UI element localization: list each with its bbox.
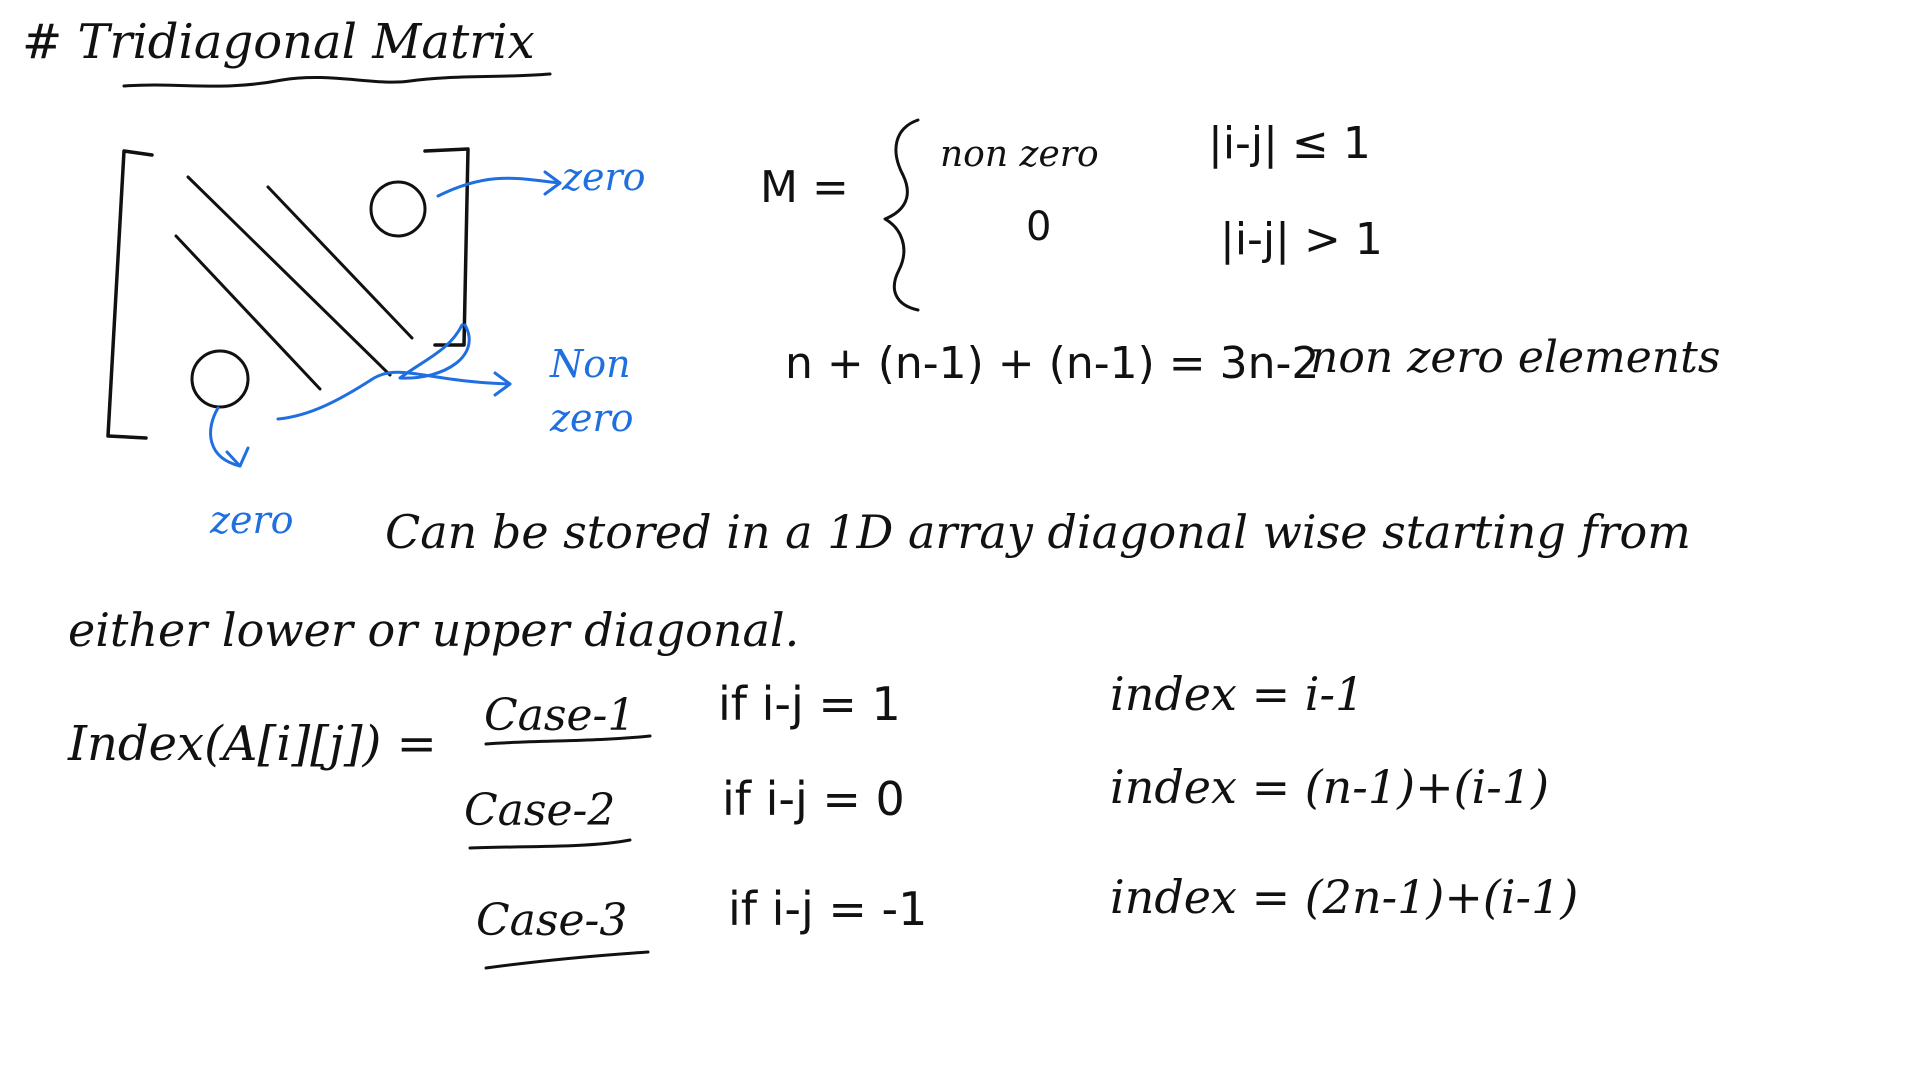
storage-note-line-2: either lower or upper diagonal. [68, 603, 799, 657]
nonzero-arrow-upper [398, 323, 471, 380]
case-2-condition: if i-j = 0 [722, 772, 905, 826]
definition-case-1-condition: |i-j| ≤ 1 [1208, 118, 1371, 169]
index-case-2: Case-2 if i-j = 0 index = (n-1)+(i-1) [464, 760, 1549, 850]
definition-brace [883, 118, 920, 312]
title-section: # Tridiagonal Matrix [22, 14, 552, 88]
case-3-underline [484, 950, 650, 970]
nonzero-label-line-1: Non [549, 342, 631, 386]
matrix-definition: M = non zero |i-j| ≤ 1 0 |i-j| > 1 [760, 118, 1383, 312]
zero-top-label: zero [561, 155, 646, 199]
lower-diagonal-line [174, 234, 322, 391]
definition-case-2-value: 0 [1026, 204, 1051, 250]
definition-lhs: M = [760, 162, 849, 213]
handwritten-note-canvas: # Tridiagonal Matrix zero Non zero zero … [22, 14, 1720, 970]
nonzero-label-line-2: zero [549, 396, 634, 440]
definition-case-1-value: non zero [940, 134, 1099, 175]
case-3-condition: if i-j = -1 [728, 882, 927, 936]
count-expression: n + (n-1) + (n-1) = 3n-2 [785, 338, 1319, 389]
case-2-label: Case-2 [464, 785, 615, 836]
storage-note: Can be stored in a 1D array diagonal wis… [68, 505, 1691, 657]
index-formula: Index(A[i][j]) = Case-1 if i-j = 1 index… [67, 667, 1578, 970]
upper-zero-circle [369, 180, 427, 238]
case-1-condition: if i-j = 1 [718, 677, 901, 731]
case-3-label: Case-3 [476, 895, 627, 946]
matrix-right-bracket [423, 147, 470, 347]
case-1-label: Case-1 [484, 690, 635, 741]
tridiagonal-diagram: zero Non zero zero [106, 147, 646, 542]
case-2-result: index = (n-1)+(i-1) [1110, 760, 1549, 814]
matrix-left-bracket [106, 149, 154, 440]
title-text: # Tridiagonal Matrix [22, 14, 535, 70]
nonzero-count: n + (n-1) + (n-1) = 3n-2 non zero elemen… [785, 332, 1720, 389]
upper-diagonal-line [266, 185, 414, 340]
title-underline [122, 72, 552, 88]
index-formula-lhs: Index(A[i][j]) = [67, 716, 437, 772]
zero-bottom-label: zero [209, 498, 294, 542]
count-description: non zero elements [1310, 332, 1720, 383]
definition-case-2-condition: |i-j| > 1 [1220, 214, 1383, 265]
zero-bottom-arrow [209, 406, 242, 468]
case-3-result: index = (2n-1)+(i-1) [1110, 870, 1578, 924]
zero-top-arrow [436, 176, 562, 198]
storage-note-line-1: Can be stored in a 1D array diagonal wis… [385, 505, 1691, 559]
index-case-1: Case-1 if i-j = 1 index = i-1 [484, 667, 1364, 746]
lower-zero-circle [190, 349, 250, 409]
case-1-result: index = i-1 [1110, 667, 1364, 721]
main-diagonal-line [186, 175, 392, 377]
index-case-3: Case-3 if i-j = -1 index = (2n-1)+(i-1) [476, 870, 1578, 970]
case-2-underline [468, 838, 632, 850]
